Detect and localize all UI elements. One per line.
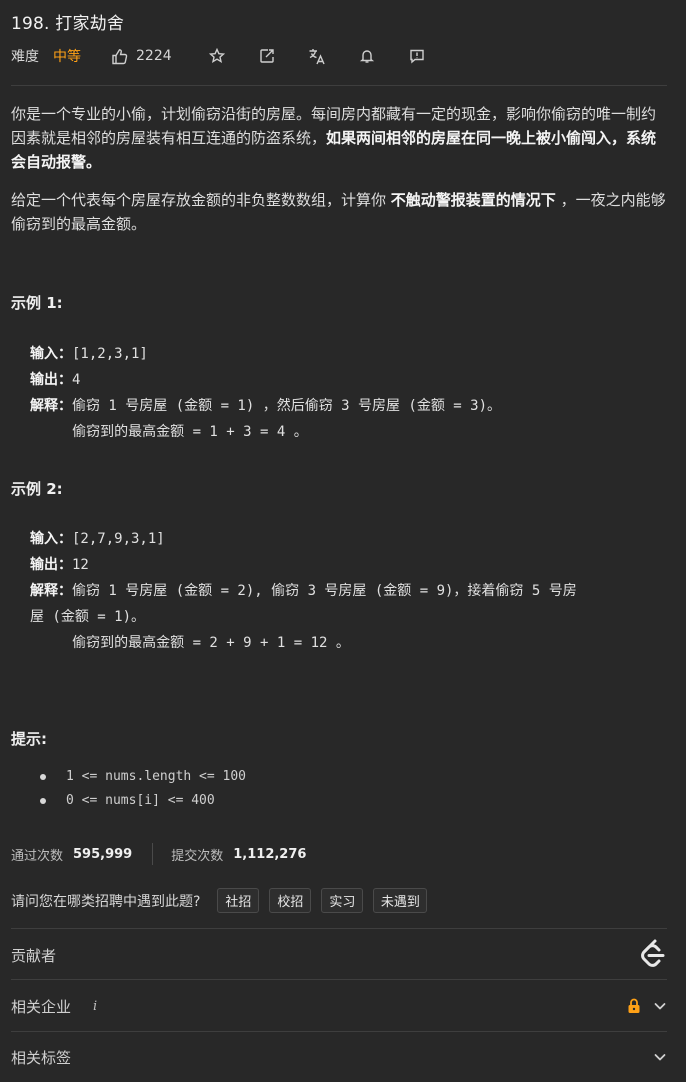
input-value: [2,7,9,3,1] [72,531,165,547]
contributors-section[interactable]: 贡献者 [11,930,667,980]
share-icon [259,49,274,63]
recruit-option-never[interactable]: 未遇到 [373,888,428,913]
output-label: 输出： [30,557,72,573]
chevron-down-icon[interactable] [653,1050,667,1064]
lock-icon [628,998,640,1013]
translate-icon [309,48,325,64]
example-2-block: 输入：[2,7,9,3,1] 输出：12 解释：偷窃 1 号房屋 (金额 = 2… [30,526,660,656]
feedback-button[interactable] [408,47,426,65]
contributors-label: 贡献者 [11,946,57,965]
explain-text: 偷窃 1 号房屋 (金额 = 1) ，然后偷窃 3 号房屋 (金额 = 3)。 [72,398,502,414]
description-paragraph-2: 给定一个代表每个房屋存放金额的非负整数数组，计算你 不触动警报装置的情况下 ，一… [11,188,667,236]
example-1-title: 示例 1: [11,294,63,312]
explain-text: 偷窃到的最高金额 = 1 + 3 = 4 。 [30,424,308,440]
notify-button[interactable] [358,47,376,65]
recruit-option-social[interactable]: 社招 [217,888,260,913]
recruit-question: 请问您在哪类招聘中遇到此题? [11,893,201,910]
input-label: 输入： [30,531,72,547]
recruit-option-campus[interactable]: 校招 [269,888,312,913]
explain-label: 解释： [30,398,72,414]
problem-meta-bar: 难度 中等 2224 [11,44,458,68]
share-button[interactable] [258,47,276,65]
like-count: 2224 [136,48,172,64]
constraint-item: 1 <= nums.length <= 100 [40,769,246,784]
companies-section[interactable]: 相关企业 i [11,981,667,1031]
favorite-button[interactable] [208,47,226,65]
description-paragraph-1: 你是一个专业的小偷，计划偷窃沿街的房屋。每间房内都藏有一定的现金，影响你偷窃的唯… [11,102,667,174]
like-button[interactable]: 2224 [111,48,172,65]
example-2-title: 示例 2: [11,480,63,498]
constraint-text: 0 <= nums[i] <= 400 [66,793,215,808]
tags-section[interactable]: 相关标签 [11,1032,667,1082]
output-value: 12 [72,557,89,573]
bullet-icon [40,773,46,780]
input-value: [1,2,3,1] [72,346,148,362]
difficulty-label: 难度 [11,49,39,65]
leetcode-logo[interactable] [637,938,667,972]
output-label: 输出： [30,372,72,388]
hints-title: 提示: [11,730,47,748]
translate-button[interactable] [308,47,326,65]
divider [11,979,667,980]
thumb-up-icon [112,48,128,64]
info-icon[interactable]: i [93,999,97,1014]
description-bold: 不触动警报装置的情况下 [390,191,556,209]
stats-divider [152,843,154,865]
constraint-item: 0 <= nums[i] <= 400 [40,793,215,808]
submissions-count: 1,112,276 [233,846,307,862]
recruit-survey: 请问您在哪类招聘中遇到此题? 社招 校招 实习 未遇到 [11,888,437,913]
companies-label: 相关企业 [11,997,72,1016]
accepted-count: 595,999 [73,846,133,862]
submission-stats: 通过次数 595,999 提交次数 1,112,276 [11,842,306,866]
example-1-block: 输入：[1,2,3,1] 输出：4 解释：偷窃 1 号房屋 (金额 = 1) ，… [30,341,660,445]
bullet-icon [40,797,46,804]
chevron-down-icon[interactable] [653,999,667,1013]
constraint-text: 1 <= nums.length <= 100 [66,769,247,784]
explain-text: 偷窃到的最高金额 = 2 + 9 + 1 = 12 。 [30,635,350,651]
feedback-icon [409,49,424,64]
submissions-label: 提交次数 [171,848,224,864]
bell-icon [359,50,374,63]
input-label: 输入： [30,346,72,362]
output-value: 4 [72,372,81,388]
description-text: 给定一个代表每个房屋存放金额的非负整数数组，计算你 [11,191,391,209]
difficulty-badge: 中等 [53,49,81,65]
explain-text: 屋 (金额 = 1)。 [30,609,146,625]
accepted-label: 通过次数 [11,848,64,864]
divider [11,85,667,86]
star-icon [208,48,225,64]
divider [11,928,667,929]
explain-label: 解释： [30,583,72,599]
recruit-option-intern[interactable]: 实习 [321,888,364,913]
tags-label: 相关标签 [11,1048,72,1067]
problem-title: 198. 打家劫舍 [11,14,125,34]
explain-text: 偷窃 1 号房屋 (金额 = 2), 偷窃 3 号房屋 (金额 = 9)，接着偷… [72,583,577,599]
